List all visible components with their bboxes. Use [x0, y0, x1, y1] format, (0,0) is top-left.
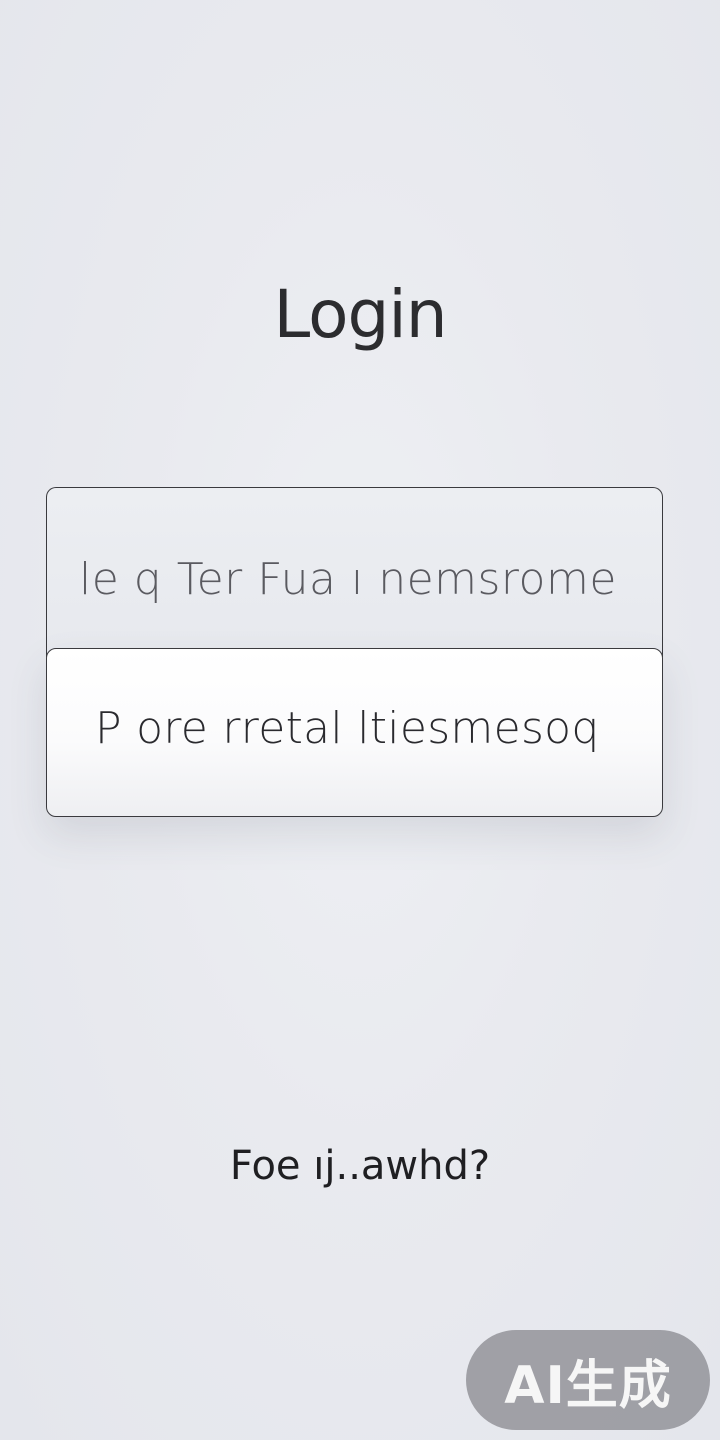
username-placeholder: le q Ter Fua ı nemsrome — [79, 554, 617, 605]
ai-generated-watermark: AI生成 — [466, 1330, 710, 1430]
username-field[interactable]: le q Ter Fua ı nemsrome — [46, 487, 663, 657]
login-screen: Login le q Ter Fua ı nemsrome P ore rret… — [0, 0, 720, 1440]
watermark-label: AI生成 — [504, 1355, 672, 1416]
password-field[interactable]: P ore rretal ltiesmesoq — [46, 648, 663, 817]
page-title: Login — [273, 276, 447, 353]
login-form: le q Ter Fua ı nemsrome P ore rretal lti… — [46, 487, 663, 817]
password-placeholder: P ore rretal ltiesmesoq — [95, 703, 600, 754]
forgot-password-link[interactable]: Foe ıj..awhd? — [0, 1143, 720, 1189]
